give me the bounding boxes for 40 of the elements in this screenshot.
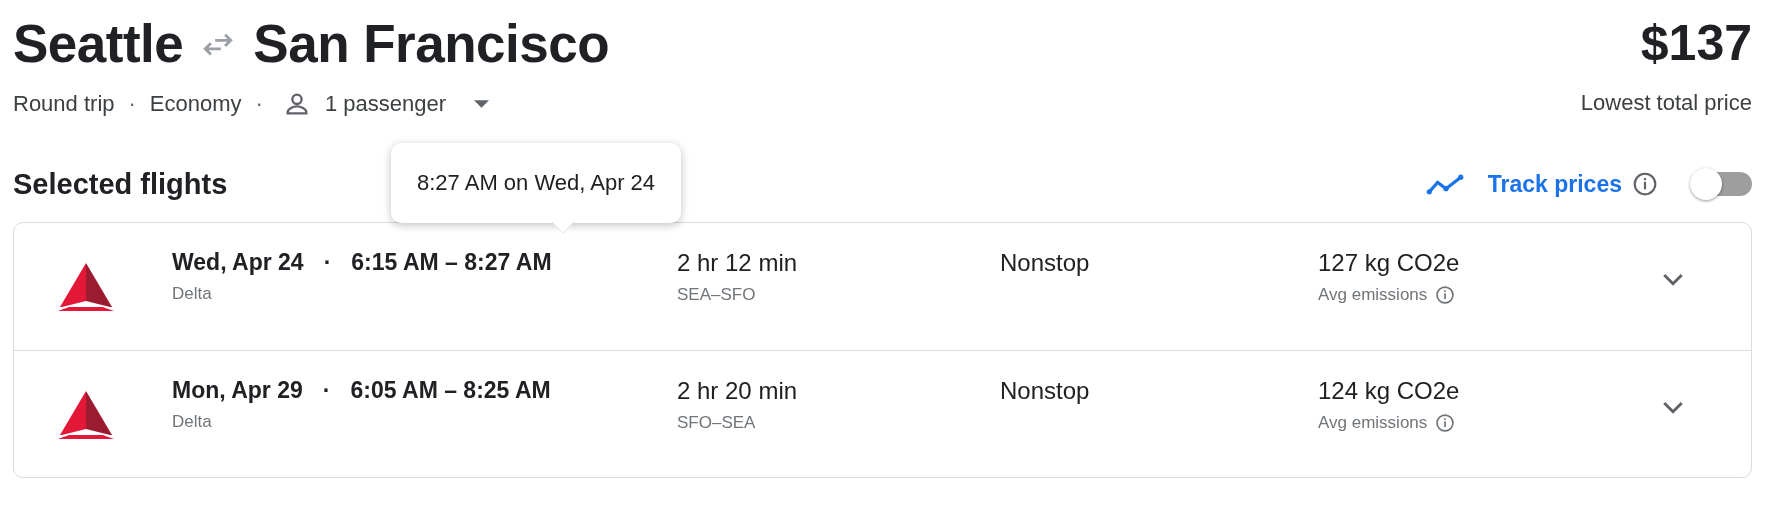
flight-duration: 2 hr 12 min [677, 249, 799, 277]
flight-route: SFO–SEA [677, 413, 757, 433]
flight-emissions: 124 kg CO2e [1318, 377, 1461, 405]
flight-date: Wed, Apr 24 [172, 249, 304, 276]
flight-duration: 2 hr 20 min [677, 377, 799, 405]
flight-date: Mon, Apr 29 [172, 377, 303, 404]
info-icon[interactable] [1435, 285, 1456, 305]
section-title: Selected flights [13, 167, 228, 201]
price-label: Lowest total price [1580, 90, 1752, 116]
separator-dot: · [254, 91, 264, 117]
time-tooltip: 8:27 AM on Wed, Apr 24 [391, 143, 682, 223]
info-icon[interactable] [1632, 171, 1658, 197]
airline-logo-icon [56, 391, 116, 439]
flight-emissions: 127 kg CO2e [1318, 249, 1461, 277]
emissions-label: Avg emissions [1318, 285, 1428, 305]
separator-dot: · [127, 91, 137, 117]
flight-stops: Nonstop [1000, 249, 1091, 277]
trip-type: Round trip [13, 91, 115, 117]
track-prices-link[interactable]: Track prices [1487, 170, 1622, 198]
flight-row[interactable]: Mon, Apr 29 · 6:05 AM – 8:25 AM Delta 2 hr 20 min SFO–SEA Nonstop 124 kg CO2e Avg emissions [14, 350, 1751, 477]
airline-name: Delta [172, 284, 213, 304]
airline-name: Delta [172, 412, 213, 432]
price: $137 [1639, 14, 1752, 73]
dropdown-caret-icon [474, 100, 489, 108]
tooltip-pointer [551, 221, 575, 234]
destination-title: San Francisco [253, 12, 610, 74]
flight-stops: Nonstop [1000, 377, 1091, 405]
flight-row[interactable]: Wed, Apr 24 · 6:15 AM – 8:27 AM Delta 2 hr 12 min SEA–SFO Nonstop 127 kg CO2e Avg emissions [14, 223, 1751, 350]
emissions-label: Avg emissions [1318, 413, 1428, 433]
flight-times: 6:05 AM – 8:25 AM [350, 377, 551, 404]
passenger-selector[interactable]: 1 passenger [282, 90, 489, 118]
cabin-class: Economy [149, 91, 242, 117]
flight-route: SEA–SFO [677, 285, 757, 305]
separator-dot: · [323, 249, 332, 276]
separator-dot: · [322, 377, 331, 404]
trend-line-icon [1425, 173, 1464, 195]
airline-logo-icon [56, 263, 116, 311]
origin-title: Seattle [13, 12, 184, 74]
flight-times: 6:15 AM – 8:27 AM [351, 249, 552, 276]
info-icon[interactable] [1435, 413, 1456, 433]
